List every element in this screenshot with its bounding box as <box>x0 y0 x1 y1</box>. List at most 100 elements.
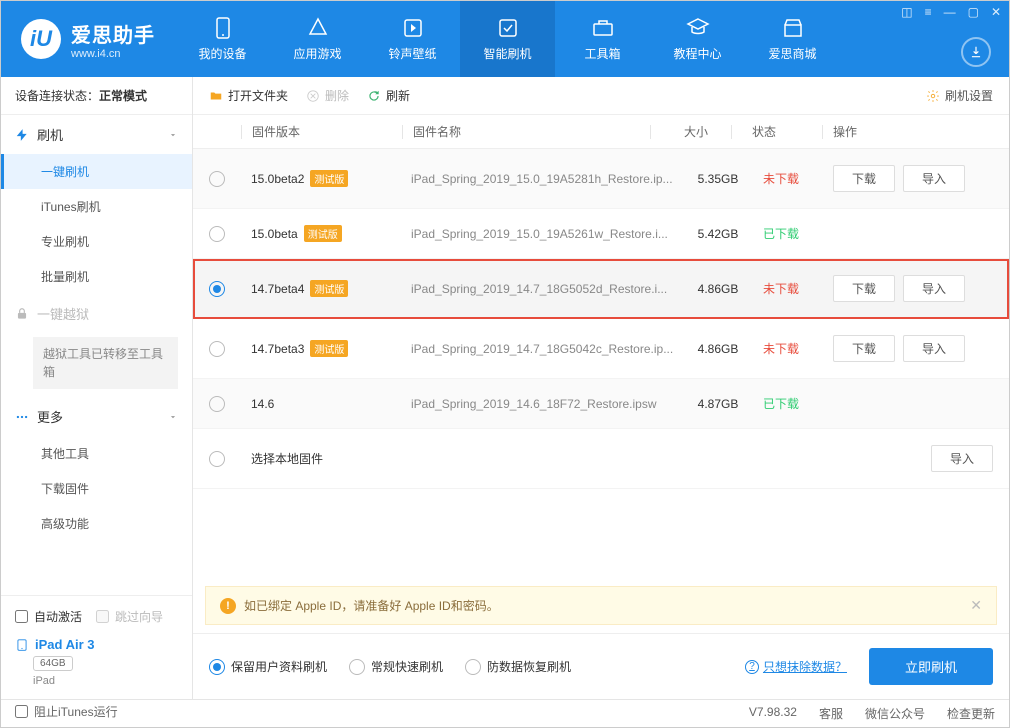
brand-title: 爱思助手 <box>71 19 155 48</box>
import-button[interactable]: 导入 <box>931 445 993 472</box>
auto-activate-checkbox[interactable]: 自动激活 <box>15 608 82 625</box>
action-bar: 保留用户资料刷机 常规快速刷机 防数据恢复刷机 ?只想抹除数据？ 立即刷机 <box>193 633 1009 699</box>
option-keep-data[interactable]: 保留用户资料刷机 <box>209 658 327 675</box>
support-link[interactable]: 客服 <box>819 705 843 722</box>
section-label: 一键越狱 <box>37 304 89 323</box>
download-button[interactable]: 下载 <box>833 335 895 362</box>
nav-apps[interactable]: 应用游戏 <box>270 1 365 77</box>
refresh-icon <box>367 89 381 103</box>
nav-tutorials[interactable]: 教程中心 <box>650 1 745 77</box>
alert-text: 如已绑定 Apple ID，请准备好 Apple ID和密码。 <box>244 597 499 614</box>
label: 阻止iTunes运行 <box>34 703 118 720</box>
minimize-icon[interactable]: — <box>944 5 956 19</box>
download-button[interactable]: 下载 <box>833 275 895 302</box>
version-text: 14.6 <box>251 397 274 411</box>
firmware-name: iPad_Spring_2019_14.6_18F72_Restore.ipsw <box>411 397 657 411</box>
download-button[interactable]: 下载 <box>833 165 895 192</box>
nav-label: 教程中心 <box>673 45 721 62</box>
nav-toolbox[interactable]: 工具箱 <box>555 1 650 77</box>
firmware-row[interactable]: 15.0beta测试版 iPad_Spring_2019_15.0_19A526… <box>193 209 1009 259</box>
flash-settings-button[interactable]: 刷机设置 <box>926 87 993 104</box>
option-anti-recovery[interactable]: 防数据恢复刷机 <box>465 658 571 675</box>
nav-flash[interactable]: 智能刷机 <box>460 1 555 77</box>
apps-icon <box>306 16 330 40</box>
radio[interactable] <box>209 396 225 412</box>
sidebar-item-download-firmware[interactable]: 下载固件 <box>1 471 192 506</box>
folder-icon <box>209 89 223 103</box>
firmware-row[interactable]: 14.7beta3测试版 iPad_Spring_2019_14.7_18G50… <box>193 319 1009 379</box>
main-nav: 我的设备 应用游戏 铃声壁纸 智能刷机 工具箱 教程中心 爱思商城 <box>175 1 840 77</box>
nav-label: 工具箱 <box>584 45 620 62</box>
tutorial-icon <box>686 16 710 40</box>
import-button[interactable]: 导入 <box>903 335 965 362</box>
option-fast-flash[interactable]: 常规快速刷机 <box>349 658 443 675</box>
more-icon <box>15 410 29 424</box>
alert-close-icon[interactable]: ✕ <box>970 597 982 614</box>
open-folder-button[interactable]: 打开文件夹 <box>209 87 288 104</box>
device-info[interactable]: iPad Air 3 <box>15 637 178 652</box>
sidebar-item-advanced[interactable]: 高级功能 <box>1 506 192 541</box>
check-update-link[interactable]: 检查更新 <box>947 705 995 722</box>
radio[interactable] <box>209 451 225 467</box>
sidebar-item-pro-flash[interactable]: 专业刷机 <box>1 224 192 259</box>
beta-tag: 测试版 <box>304 225 342 242</box>
delete-button[interactable]: 删除 <box>306 87 349 104</box>
skip-guide-checkbox[interactable]: 跳过向导 <box>96 608 163 625</box>
gear-icon <box>926 89 940 103</box>
section-flash[interactable]: 刷机 <box>1 115 192 154</box>
device-type: iPad <box>33 675 178 687</box>
erase-data-link[interactable]: ?只想抹除数据？ <box>745 658 847 675</box>
label: 打开文件夹 <box>228 87 288 104</box>
checkbox-label: 跳过向导 <box>115 608 163 625</box>
flash-now-button[interactable]: 立即刷机 <box>869 648 993 685</box>
import-button[interactable]: 导入 <box>903 275 965 302</box>
firmware-row[interactable]: 14.6 iPad_Spring_2019_14.6_18F72_Restore… <box>193 379 1009 429</box>
nav-ringtones[interactable]: 铃声壁纸 <box>365 1 460 77</box>
nav-label: 爱思商城 <box>768 45 816 62</box>
table-header: 固件版本 固件名称 大小 状态 操作 <box>193 115 1009 149</box>
apple-id-alert: ! 如已绑定 Apple ID，请准备好 Apple ID和密码。 ✕ <box>205 586 997 625</box>
radio[interactable] <box>209 281 225 297</box>
radio[interactable] <box>209 226 225 242</box>
download-manager-icon[interactable] <box>961 37 991 67</box>
main-panel: 打开文件夹 删除 刷新 刷机设置 固件版本 固件名称 大小 <box>193 77 1009 699</box>
label: 只想抹除数据？ <box>763 658 847 675</box>
toolbox-icon <box>591 16 615 40</box>
wechat-link[interactable]: 微信公众号 <box>865 705 925 722</box>
firmware-row[interactable]: 14.7beta4测试版 iPad_Spring_2019_14.7_18G50… <box>193 259 1009 319</box>
section-more[interactable]: 更多 <box>1 397 192 436</box>
refresh-button[interactable]: 刷新 <box>367 87 410 104</box>
firmware-status: 未下载 <box>763 172 799 186</box>
beta-tag: 测试版 <box>310 340 348 357</box>
firmware-name: iPad_Spring_2019_14.7_18G5052d_Restore.i… <box>411 282 667 296</box>
close-icon[interactable]: ✕ <box>991 5 1001 19</box>
col-ops: 操作 <box>833 123 993 140</box>
sidebar-item-oneclick-flash[interactable]: 一键刷机 <box>1 154 192 189</box>
import-button[interactable]: 导入 <box>903 165 965 192</box>
nav-store[interactable]: 爱思商城 <box>745 1 840 77</box>
version-text: 14.7beta3 <box>251 342 304 356</box>
nav-my-device[interactable]: 我的设备 <box>175 1 270 77</box>
store-icon <box>781 16 805 40</box>
radio[interactable] <box>209 171 225 187</box>
sidebar-item-other-tools[interactable]: 其他工具 <box>1 436 192 471</box>
nav-label: 应用游戏 <box>293 45 341 62</box>
label: 保留用户资料刷机 <box>231 658 327 675</box>
local-firmware-row[interactable]: 选择本地固件 导入 <box>193 429 1009 489</box>
chevron-down-icon <box>168 412 178 422</box>
version-text: 15.0beta <box>251 227 298 241</box>
checkbox-label: 自动激活 <box>34 608 82 625</box>
maximize-icon[interactable]: ▢ <box>968 5 979 19</box>
radio[interactable] <box>209 341 225 357</box>
device-name: iPad Air 3 <box>35 637 94 652</box>
skin-icon[interactable]: ◫ <box>901 5 912 19</box>
menu-icon[interactable]: ≡ <box>925 5 932 19</box>
sidebar-item-batch-flash[interactable]: 批量刷机 <box>1 259 192 294</box>
brand-sub: www.i4.cn <box>71 48 155 60</box>
label: 防数据恢复刷机 <box>487 658 571 675</box>
block-itunes-checkbox[interactable]: 阻止iTunes运行 <box>15 703 118 720</box>
status-value: 正常模式 <box>99 89 147 103</box>
sidebar-item-itunes-flash[interactable]: iTunes刷机 <box>1 189 192 224</box>
firmware-row[interactable]: 15.0beta2测试版 iPad_Spring_2019_15.0_19A52… <box>193 149 1009 209</box>
firmware-status: 已下载 <box>763 397 799 411</box>
